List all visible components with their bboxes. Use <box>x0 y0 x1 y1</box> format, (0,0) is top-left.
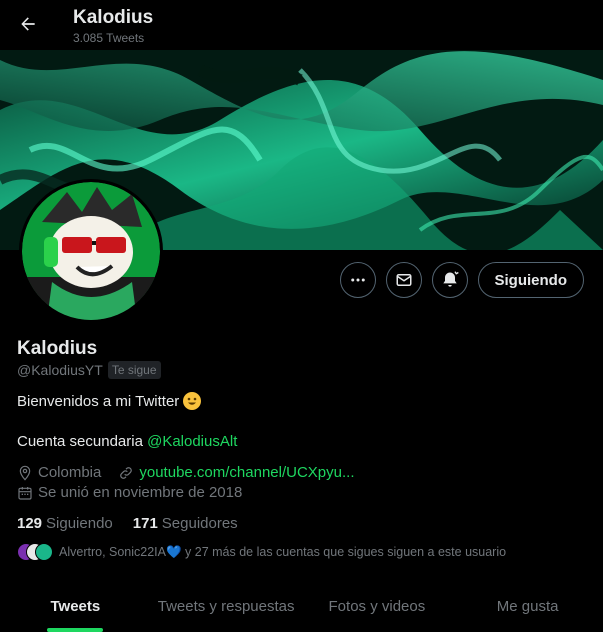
location-text: Colombia <box>38 464 102 481</box>
mention-link[interactable]: @KalodiusAlt <box>147 433 237 450</box>
meta-row-1: Colombia youtube.com/channel/UCXpyu... <box>17 464 355 481</box>
tab-label: Fotos y videos <box>328 598 426 615</box>
profile-actions: Siguiendo <box>339 262 584 298</box>
profile-tabs: Tweets Tweets y respuestas Fotos y video… <box>0 585 603 632</box>
following-label: Siguiendo <box>46 515 113 532</box>
handle-row: @KalodiusYT Te sigue <box>17 361 161 379</box>
website-link[interactable]: youtube.com/channel/UCXpyu... <box>139 464 354 481</box>
link-icon <box>120 466 133 479</box>
header-tweet-count: 3.085 Tweets <box>73 31 145 45</box>
following-count: 129 <box>17 515 43 532</box>
back-button[interactable] <box>14 10 42 38</box>
message-button[interactable] <box>385 262 422 298</box>
tab-tweets-replies[interactable]: Tweets y respuestas <box>151 585 302 632</box>
active-tab-indicator <box>47 628 104 632</box>
bio-secondary-text: Cuenta secundaria <box>17 433 148 450</box>
more-button[interactable] <box>339 262 376 298</box>
bell-icon <box>442 271 459 287</box>
profile-name: Kalodius <box>17 338 98 359</box>
followed-by-text: Alvertro, Sonic22IA💙 y 27 más de las cue… <box>59 544 507 559</box>
meta-row-2: Se unió en noviembre de 2018 <box>17 484 242 501</box>
joined-text: Se unió en noviembre de 2018 <box>38 484 243 501</box>
header-name: Kalodius <box>73 7 154 28</box>
avatar[interactable] <box>19 179 163 323</box>
top-bar: Kalodius 3.085 Tweets <box>0 0 603 50</box>
location-icon <box>19 465 31 481</box>
tab-tweets[interactable]: Tweets <box>0 585 151 632</box>
bio-line-1: Bienvenidos a mi Twitter <box>17 392 202 410</box>
message-icon <box>396 274 411 286</box>
smiley-emoji-icon <box>183 392 202 410</box>
arrow-left-icon <box>21 17 35 31</box>
following-button[interactable]: Siguiendo <box>477 262 584 298</box>
bio-line-2: Cuenta secundaria @KalodiusAlt <box>17 433 237 450</box>
tab-label: Tweets <box>50 598 101 615</box>
bio-text: Bienvenidos a mi Twitter <box>17 392 180 410</box>
followed-by-row[interactable]: Alvertro, Sonic22IA💙 y 27 más de las cue… <box>17 543 506 561</box>
tab-label: Tweets y respuestas <box>157 598 295 615</box>
followers-link[interactable]: 171 Seguidores <box>133 515 238 532</box>
mutual-avatars <box>17 543 53 561</box>
mutual-avatar <box>35 543 53 561</box>
tab-media[interactable]: Fotos y videos <box>302 585 453 632</box>
followers-count: 171 <box>132 515 158 532</box>
follow-counts: 129 Siguiendo 171 Seguidores <box>17 515 238 532</box>
followers-label: Seguidores <box>161 515 238 532</box>
profile-handle: @KalodiusYT <box>17 362 103 378</box>
calendar-icon <box>18 486 32 500</box>
more-icon <box>350 278 365 282</box>
follows-you-badge: Te sigue <box>107 361 161 379</box>
tab-label: Me gusta <box>496 598 559 615</box>
notifications-button[interactable] <box>431 262 468 298</box>
tab-likes[interactable]: Me gusta <box>452 585 603 632</box>
following-link[interactable]: 129 Siguiendo <box>17 515 113 532</box>
